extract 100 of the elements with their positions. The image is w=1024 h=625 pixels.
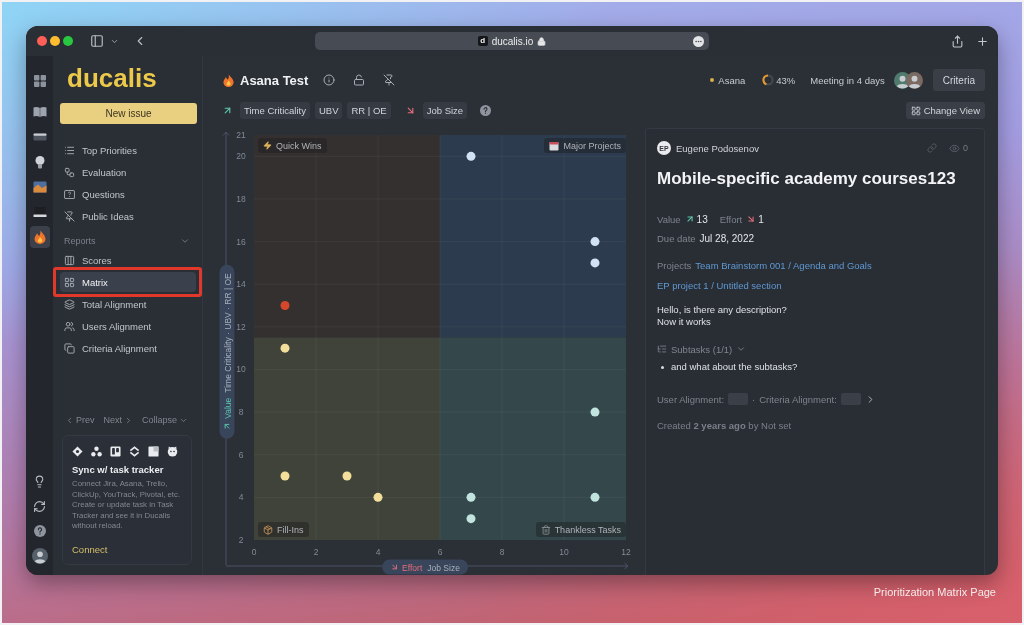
- field-label: Projects: [657, 259, 692, 271]
- pin-off-icon: [64, 210, 75, 222]
- nav-label: Criteria Alignment: [82, 342, 157, 354]
- next-button[interactable]: Next: [103, 415, 134, 425]
- subtasks-toggle[interactable]: Subtasks (1/1): [657, 343, 747, 355]
- author-name: Eugene Podosenov: [676, 142, 759, 154]
- quadrant-label: Quick Wins: [276, 140, 322, 151]
- collapse-button[interactable]: Collapse: [142, 415, 189, 425]
- data-point[interactable]: [466, 514, 476, 524]
- nav-label: Top Priorities: [82, 144, 137, 156]
- axis-title: Effort: [402, 562, 423, 572]
- issue-title: Mobile-specific academy courses123: [657, 168, 957, 190]
- new-issue-button[interactable]: New issue: [60, 103, 197, 124]
- nav-label: Users Alignment: [82, 320, 152, 332]
- criterion-tag[interactable]: UBV: [314, 102, 343, 119]
- section-label: Reports: [64, 236, 96, 246]
- new-tab-icon[interactable]: [976, 34, 989, 48]
- url-text: ducalis.io: [491, 35, 534, 47]
- axis-tick-label: 6: [437, 547, 443, 557]
- nav-label: Scores: [82, 254, 112, 266]
- bullet-icon: [661, 365, 664, 369]
- criteria-button[interactable]: Criteria: [932, 69, 985, 91]
- nav-item[interactable]: Users Alignment: [60, 316, 196, 336]
- close-button[interactable]: [37, 36, 47, 46]
- axis-tick-label: 8: [238, 407, 244, 418]
- status-dot-icon: [710, 78, 715, 82]
- view-count: 0: [963, 143, 968, 153]
- data-point[interactable]: [590, 237, 600, 247]
- data-point[interactable]: [280, 471, 290, 481]
- users-icon: [64, 320, 75, 332]
- axis-tick-label: 8: [499, 547, 505, 557]
- diamond-icon: [72, 446, 83, 457]
- nav-label: Total Alignment: [82, 298, 147, 310]
- criterion-tag[interactable]: Time Criticality: [240, 102, 310, 119]
- nav-item[interactable]: Top Priorities: [60, 139, 196, 161]
- nav-label: Questions: [82, 188, 125, 200]
- help-icon[interactable]: [33, 525, 46, 537]
- book-icon: [32, 105, 47, 119]
- data-point[interactable]: [590, 258, 600, 268]
- flame-icon: [222, 73, 235, 87]
- project-button[interactable]: [29, 226, 50, 248]
- axis-tick-label: 0: [251, 547, 257, 557]
- progress-reading: 43%: [776, 74, 796, 86]
- help-icon[interactable]: [480, 105, 492, 116]
- copy-icon: [64, 342, 75, 354]
- info-icon[interactable]: [323, 74, 336, 86]
- criterion-tag[interactable]: RR | OE: [347, 102, 391, 119]
- unlock-icon[interactable]: [353, 74, 366, 86]
- axis-tick-label: 18: [236, 193, 246, 204]
- nav-item[interactable]: Matrix: [60, 272, 196, 292]
- data-point[interactable]: [373, 492, 383, 502]
- pin-off-icon[interactable]: [383, 74, 396, 86]
- change-view-button[interactable]: Change View: [905, 102, 985, 119]
- box-icon: [263, 524, 273, 535]
- alignment-label: User Alignment:: [657, 393, 725, 405]
- arrow-down-right-icon: [746, 214, 757, 224]
- nav-item[interactable]: Evaluation: [60, 161, 196, 183]
- more-icon[interactable]: [693, 35, 704, 47]
- user-avatar: [905, 71, 923, 89]
- project-link[interactable]: Team Brainstorm 001 / Agenda and Goals: [695, 259, 872, 271]
- arrow-down-right-icon: [390, 562, 400, 572]
- laptop-icon: [32, 205, 47, 219]
- connect-link[interactable]: Connect: [72, 544, 182, 555]
- project-link[interactable]: EP project 1 / Untitled section: [657, 279, 782, 291]
- data-point[interactable]: [280, 343, 290, 353]
- prev-button[interactable]: Prev: [65, 415, 95, 425]
- axis-tick-label: 12: [236, 321, 246, 332]
- nav-item[interactable]: Public Ideas: [60, 205, 196, 227]
- tile-icon: [148, 446, 159, 457]
- sync-icon[interactable]: [33, 499, 46, 513]
- minimize-button[interactable]: [50, 36, 60, 46]
- nav-item[interactable]: Criteria Alignment: [60, 338, 196, 358]
- address-bar[interactable]: d ducalis.io: [315, 32, 709, 50]
- data-point[interactable]: [590, 407, 600, 417]
- quadrant-label: Major Projects: [563, 140, 621, 151]
- score-label: Value: [657, 213, 681, 225]
- nav-item[interactable]: Scores: [60, 250, 196, 270]
- logo: ducalis: [67, 65, 158, 91]
- maximize-button[interactable]: [63, 36, 73, 46]
- axis-tick-label: 2: [238, 535, 244, 545]
- meeting-info: Meeting in 4 days: [810, 74, 885, 86]
- axis-tick-label: 6: [238, 449, 244, 460]
- sidebar-toggle-icon[interactable]: [90, 34, 104, 48]
- quadrant-label: Thankless Tasks: [554, 524, 621, 535]
- data-point[interactable]: [590, 492, 600, 502]
- created-info: Created 2 years ago by Not set: [657, 419, 792, 431]
- share-icon[interactable]: [951, 34, 964, 48]
- nav-item[interactable]: Total Alignment: [60, 294, 196, 314]
- integration-label: Asana: [718, 74, 746, 86]
- axis-title: Value: [222, 397, 232, 419]
- data-point[interactable]: [342, 471, 352, 481]
- criterion-tag[interactable]: Job Size: [422, 102, 468, 119]
- layers-icon: [64, 298, 75, 310]
- question-square-icon: [64, 188, 75, 200]
- nav-item[interactable]: Questions: [60, 183, 196, 205]
- data-point[interactable]: [466, 492, 476, 502]
- grid-icon: [32, 74, 47, 88]
- board-icon: [110, 446, 121, 457]
- lightbulb-icon[interactable]: [33, 474, 46, 488]
- data-point[interactable]: [466, 151, 476, 161]
